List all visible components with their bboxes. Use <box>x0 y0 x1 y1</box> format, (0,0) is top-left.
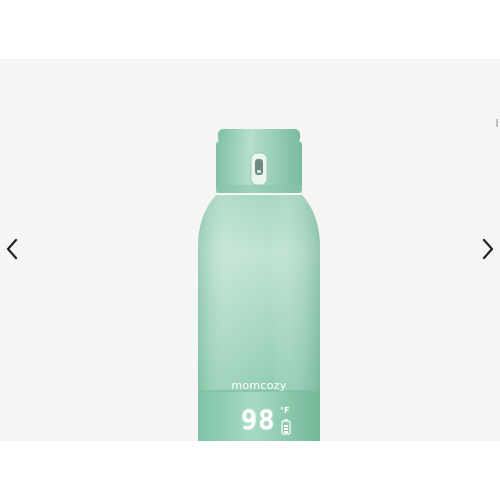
product-image-stage: momcozy 98 °F <box>0 59 500 441</box>
chevron-left-icon <box>6 238 18 260</box>
temperature-unit: °F <box>280 406 290 415</box>
previous-image-button[interactable] <box>0 231 24 267</box>
chevron-right-icon <box>482 238 494 260</box>
product-image: momcozy 98 °F <box>196 129 322 441</box>
brand-logo-text: momcozy <box>231 379 287 392</box>
scroll-indicator <box>496 119 498 127</box>
next-image-button[interactable] <box>476 231 500 267</box>
bottle-illustration <box>198 129 320 441</box>
temperature-display: 98 <box>241 405 276 436</box>
